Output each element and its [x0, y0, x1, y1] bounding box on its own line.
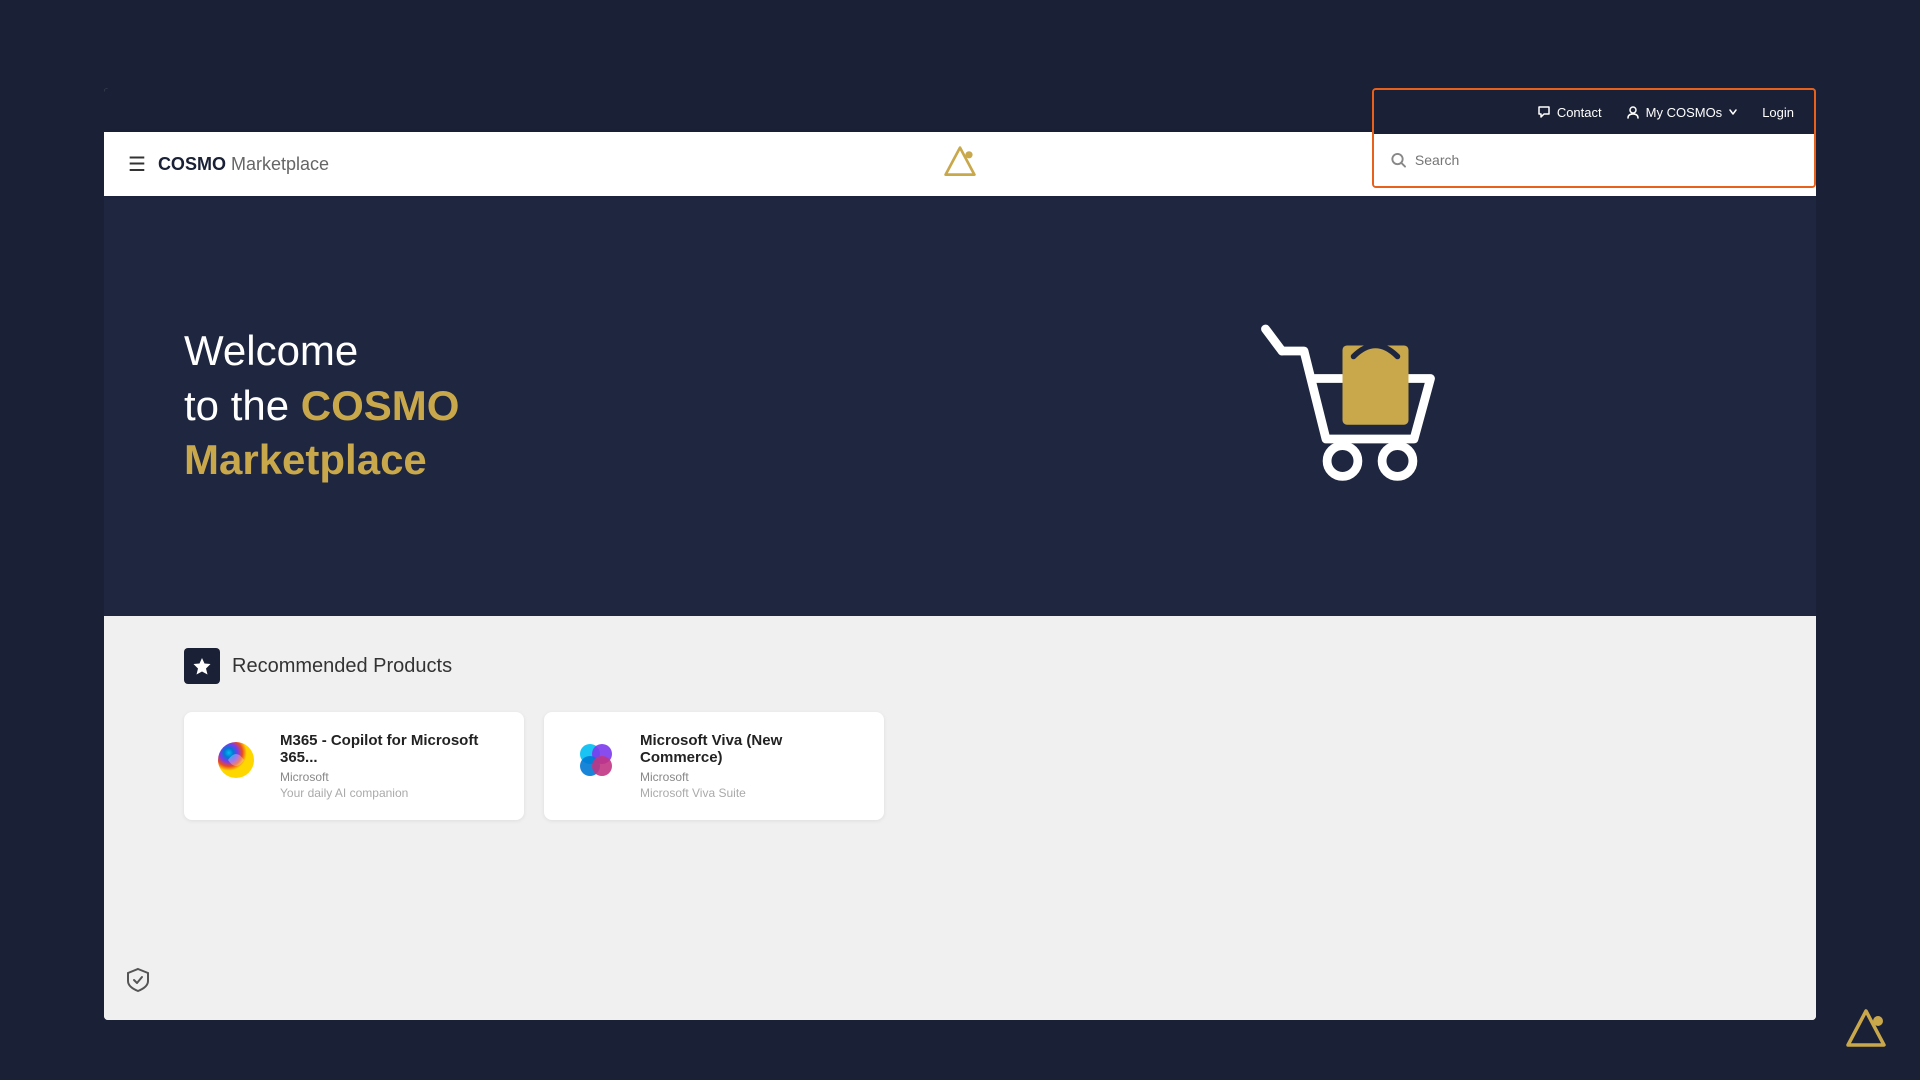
bottom-right-logo	[1844, 1007, 1888, 1056]
contact-label: Contact	[1557, 105, 1602, 120]
chat-icon	[1537, 105, 1551, 119]
shield-icon-svg	[124, 966, 152, 994]
viva-icon	[570, 734, 622, 786]
m365-copilot-icon	[210, 734, 262, 786]
nav-search-box: Contact My COSMOs Login	[1372, 88, 1816, 188]
product-icon-viva	[568, 732, 624, 788]
hero-line2: to the	[184, 382, 301, 429]
product-brand-viva: Microsoft	[640, 770, 860, 784]
search-bar-container	[1374, 134, 1814, 186]
chevron-down-icon	[1728, 107, 1738, 117]
shield-privacy-icon[interactable]	[124, 966, 152, 1000]
recommended-section: Recommended Products	[104, 616, 1816, 1020]
hero-welcome-line: Welcome	[184, 324, 960, 379]
hero-section: Welcome to the COSMO Marketplace	[104, 196, 1816, 616]
brand-cosmo: COSMO	[158, 154, 226, 174]
brand-name: COSMO Marketplace	[158, 154, 329, 175]
hamburger-menu-icon[interactable]: ☰	[128, 152, 146, 177]
hero-text: Welcome to the COSMO Marketplace	[184, 324, 960, 488]
search-icon	[1390, 151, 1407, 169]
brand-marketplace-text: Marketplace	[226, 154, 329, 174]
product-info-viva: Microsoft Viva (New Commerce) Microsoft …	[640, 732, 860, 800]
hero-cosmo-text: COSMO	[301, 382, 460, 429]
cosmo-bottom-logo-icon	[1844, 1007, 1888, 1051]
hero-line1: Welcome	[184, 327, 358, 374]
cosmo-triangle-icon	[942, 144, 978, 180]
product-desc-viva: Microsoft Viva Suite	[640, 786, 860, 800]
search-input[interactable]	[1415, 152, 1798, 168]
product-info-m365: M365 - Copilot for Microsoft 365... Micr…	[280, 732, 500, 800]
login-label: Login	[1762, 105, 1794, 120]
product-desc-m365: Your daily AI companion	[280, 786, 500, 800]
nav-items-container: Contact My COSMOs Login	[1374, 90, 1814, 134]
product-brand-m365: Microsoft	[280, 770, 500, 784]
product-name-m365: M365 - Copilot for Microsoft 365...	[280, 732, 500, 766]
recommended-title: Recommended Products	[232, 655, 452, 678]
hero-cart-icon-area	[960, 296, 1736, 516]
star-icon	[192, 656, 212, 676]
main-window: ☰ COSMO Marketplace Welcome to the COSMO…	[104, 88, 1816, 1020]
hero-to-the: to the COSMO	[184, 379, 960, 434]
contact-nav-item[interactable]: Contact	[1537, 105, 1602, 120]
login-nav-item[interactable]: Login	[1762, 105, 1794, 120]
shopping-cart-icon	[1238, 296, 1458, 516]
my-cosmos-nav-item[interactable]: My COSMOs	[1626, 105, 1739, 120]
product-name-viva: Microsoft Viva (New Commerce)	[640, 732, 860, 766]
hero-marketplace-line: Marketplace	[184, 433, 960, 488]
products-grid: M365 - Copilot for Microsoft 365... Micr…	[184, 712, 1736, 820]
product-icon-m365	[208, 732, 264, 788]
hero-marketplace-text: Marketplace	[184, 436, 427, 483]
recommended-header: Recommended Products	[184, 648, 1736, 684]
user-icon	[1626, 105, 1640, 119]
product-card-m365[interactable]: M365 - Copilot for Microsoft 365... Micr…	[184, 712, 524, 820]
my-cosmos-label: My COSMOs	[1646, 105, 1723, 120]
product-card-viva[interactable]: Microsoft Viva (New Commerce) Microsoft …	[544, 712, 884, 820]
star-badge	[184, 648, 220, 684]
header-center-logo	[942, 144, 978, 185]
